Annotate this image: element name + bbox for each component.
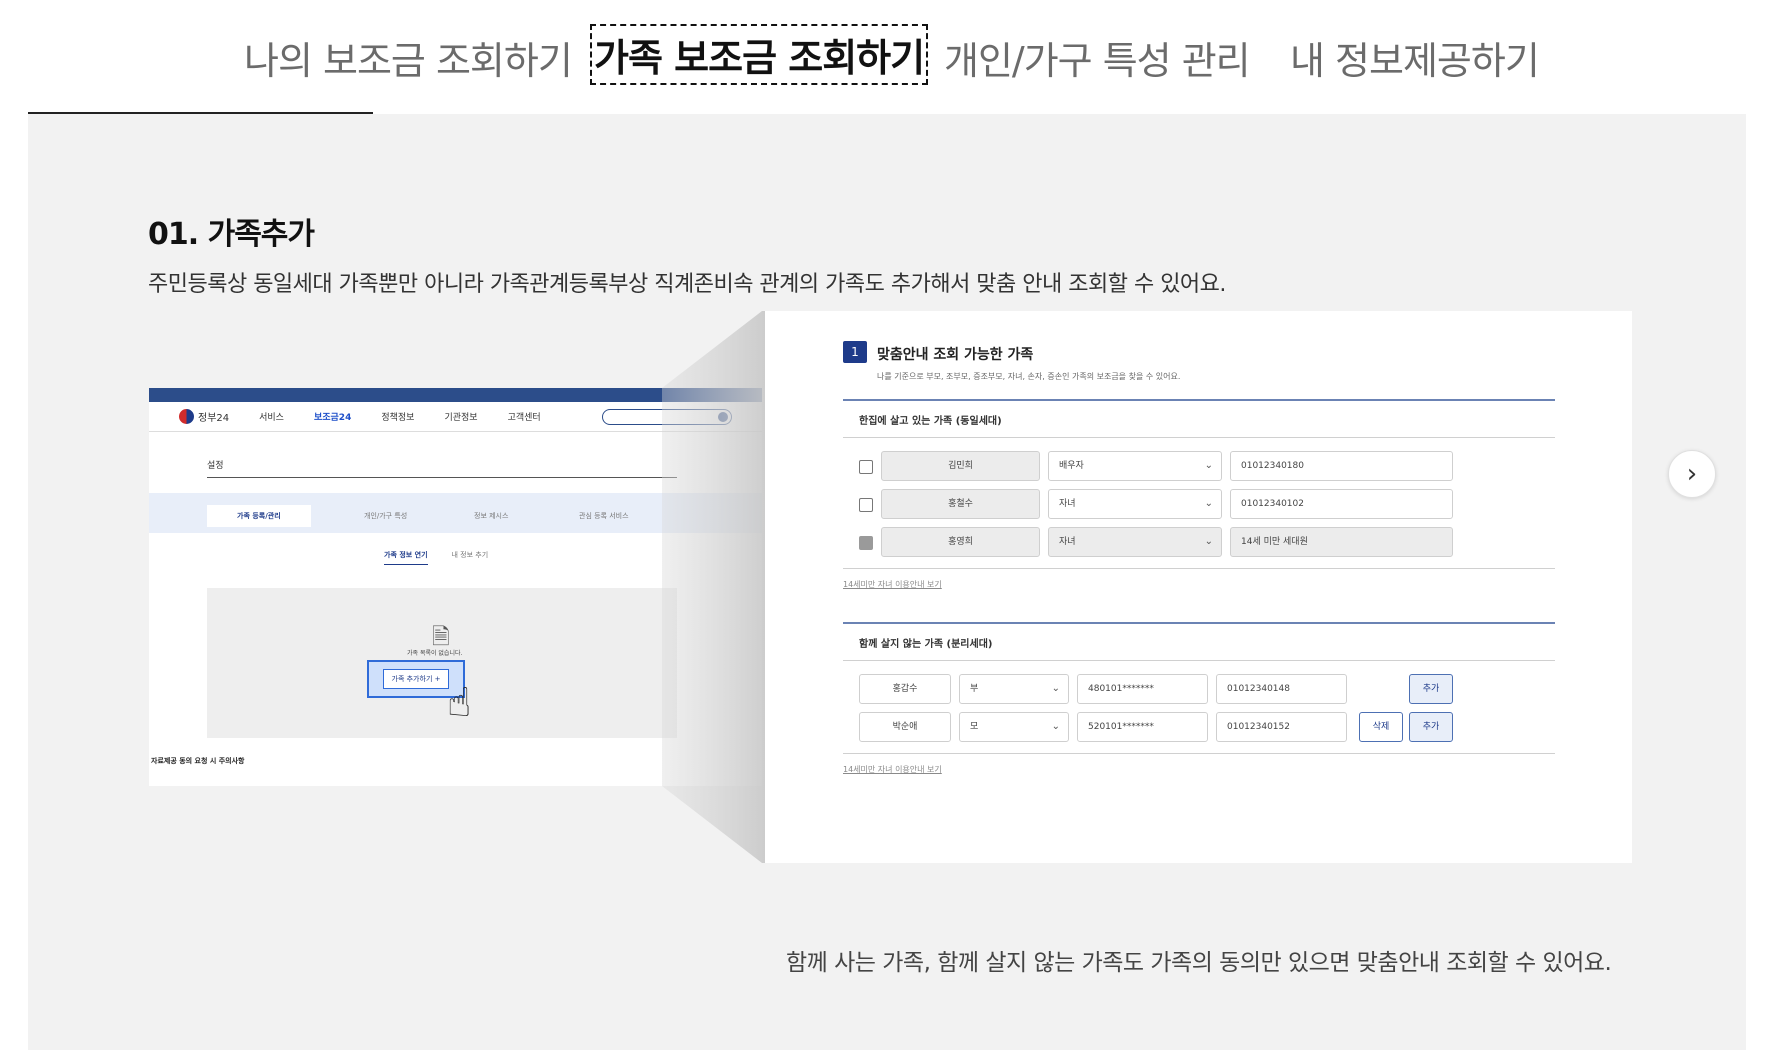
zoom-connector bbox=[662, 311, 765, 863]
mini-subnav-item: 관심 등록 서비스 bbox=[579, 512, 629, 520]
mini-empty-text: 가족 목록이 없습니다. bbox=[407, 650, 463, 657]
name-field: 김민희 bbox=[881, 451, 1040, 481]
name-field[interactable]: 홍갑수 bbox=[859, 674, 951, 704]
step-badge: 1 bbox=[843, 341, 867, 363]
chevron-down-icon: ⌄ bbox=[1051, 721, 1060, 732]
row-checkbox[interactable] bbox=[859, 498, 873, 512]
detail-title: 맞춤안내 조회 가능한 가족 bbox=[877, 347, 1034, 363]
phone-field: 14세 미만 세대원 bbox=[1230, 527, 1453, 557]
mini-page-title: 설정 bbox=[207, 458, 677, 478]
hand-pointer-icon: ☝ bbox=[447, 680, 472, 726]
caption-text: 함께 사는 가족, 함께 살지 않는 가족도 가족의 동의만 있으면 맞춤안내 … bbox=[786, 950, 1612, 976]
next-slide-button[interactable]: › bbox=[1668, 450, 1716, 498]
relation-select[interactable]: 자녀 ⌄ bbox=[1048, 489, 1222, 519]
add-button[interactable]: 추가 bbox=[1409, 712, 1453, 742]
mini-nav-item: 고객센터 bbox=[507, 413, 541, 423]
birth-field[interactable]: 480101******* bbox=[1077, 674, 1208, 704]
name-field[interactable]: 박순애 bbox=[859, 712, 951, 742]
delete-button[interactable]: 삭제 bbox=[1359, 712, 1403, 742]
mini-inner-tabs: 가족 정보 연기 내 정보 추기 bbox=[384, 550, 488, 565]
emblem-icon bbox=[179, 409, 194, 424]
chevron-down-icon: ⌄ bbox=[1204, 498, 1213, 509]
tab-my-subsidy[interactable]: 나의 보조금 조회하기 bbox=[244, 30, 573, 85]
help-link[interactable]: 14세미만 자녀 이용안내 보기 bbox=[843, 764, 942, 775]
name-field: 홍철수 bbox=[881, 489, 1040, 519]
chevron-down-icon: ⌄ bbox=[1204, 460, 1213, 471]
family-detail-panel: 1 맞춤안내 조회 가능한 가족 나를 기준으로 부모, 조부모, 증조부모, … bbox=[765, 311, 1632, 863]
name-field: 홍영희 bbox=[881, 527, 1040, 557]
separate-heading: 함께 살지 않는 가족 (분리세대) bbox=[859, 639, 993, 650]
mini-nav-item: 정책정보 bbox=[381, 413, 415, 423]
cohabit-heading: 한집에 살고 있는 가족 (동일세대) bbox=[859, 416, 1002, 427]
mini-inner-tab: 내 정보 추기 bbox=[451, 551, 489, 559]
divider bbox=[843, 437, 1555, 438]
chevron-right-icon: › bbox=[1686, 459, 1698, 489]
help-link[interactable]: 14세미만 자녀 이용안내 보기 bbox=[843, 579, 942, 590]
mini-nav-item: 기관정보 bbox=[444, 413, 478, 423]
chevron-down-icon: ⌄ bbox=[1204, 536, 1213, 547]
mini-empty-box: 🗎 가족 목록이 없습니다. 가족 추가하기 + ☝ bbox=[207, 588, 677, 738]
mini-subnav-item: 정보 제시스 bbox=[474, 512, 509, 520]
birth-field[interactable]: 520101******* bbox=[1077, 712, 1208, 742]
tab-bar: 나의 보조금 조회하기 가족 보조금 조회하기 개인/가구 특성 관리 내 정보… bbox=[0, 0, 1785, 114]
mini-inner-tab: 가족 정보 연기 bbox=[384, 550, 428, 565]
add-button[interactable]: 추가 bbox=[1409, 674, 1453, 704]
mini-subnav-item: 개인/가구 특성 bbox=[364, 512, 408, 520]
chevron-down-icon: ⌄ bbox=[1051, 683, 1060, 694]
mini-subnav-item: 가족 등록/관리 bbox=[207, 505, 311, 527]
phone-field[interactable]: 01012340148 bbox=[1216, 674, 1347, 704]
tab-family-subsidy[interactable]: 가족 보조금 조회하기 bbox=[590, 24, 929, 85]
tab-personal-household[interactable]: 개인/가구 특성 관리 bbox=[944, 30, 1251, 85]
mini-nav-item-active: 보조금24 bbox=[313, 413, 352, 423]
divider bbox=[843, 568, 1555, 569]
row-checkbox[interactable] bbox=[859, 460, 873, 474]
mini-logo: 정부24 bbox=[179, 409, 229, 424]
relation-select[interactable]: 부 ⌄ bbox=[959, 674, 1069, 704]
relation-select[interactable]: 배우자 ⌄ bbox=[1048, 451, 1222, 481]
relation-select[interactable]: 모 ⌄ bbox=[959, 712, 1069, 742]
relation-select[interactable]: 자녀 ⌄ bbox=[1048, 527, 1222, 557]
section-title: 01. 가족추가 bbox=[148, 217, 315, 252]
divider bbox=[843, 753, 1555, 754]
phone-field[interactable]: 01012340152 bbox=[1216, 712, 1347, 742]
content-panel: 01. 가족추가 주민등록상 동일세대 가족뿐만 아니라 가족관계등록부상 직계… bbox=[28, 114, 1746, 1050]
phone-field[interactable]: 01012340102 bbox=[1230, 489, 1453, 519]
mini-notice-title: 자료제공 동의 요청 시 주의사항 bbox=[151, 757, 245, 765]
mini-nav-item: 서비스 bbox=[259, 413, 284, 423]
phone-field[interactable]: 01012340180 bbox=[1230, 451, 1453, 481]
row-checkbox-checked[interactable] bbox=[859, 536, 873, 550]
divider bbox=[843, 660, 1555, 661]
divider bbox=[843, 622, 1555, 624]
section-description: 주민등록상 동일세대 가족뿐만 아니라 가족관계등록부상 직계존비속 관계의 가… bbox=[148, 272, 1226, 297]
tab-provide-info[interactable]: 내 정보제공하기 bbox=[1290, 30, 1540, 85]
divider bbox=[843, 399, 1555, 401]
detail-subtitle: 나를 기준으로 부모, 조부모, 증조부모, 자녀, 손자, 증손인 가족의 보… bbox=[877, 372, 1181, 381]
